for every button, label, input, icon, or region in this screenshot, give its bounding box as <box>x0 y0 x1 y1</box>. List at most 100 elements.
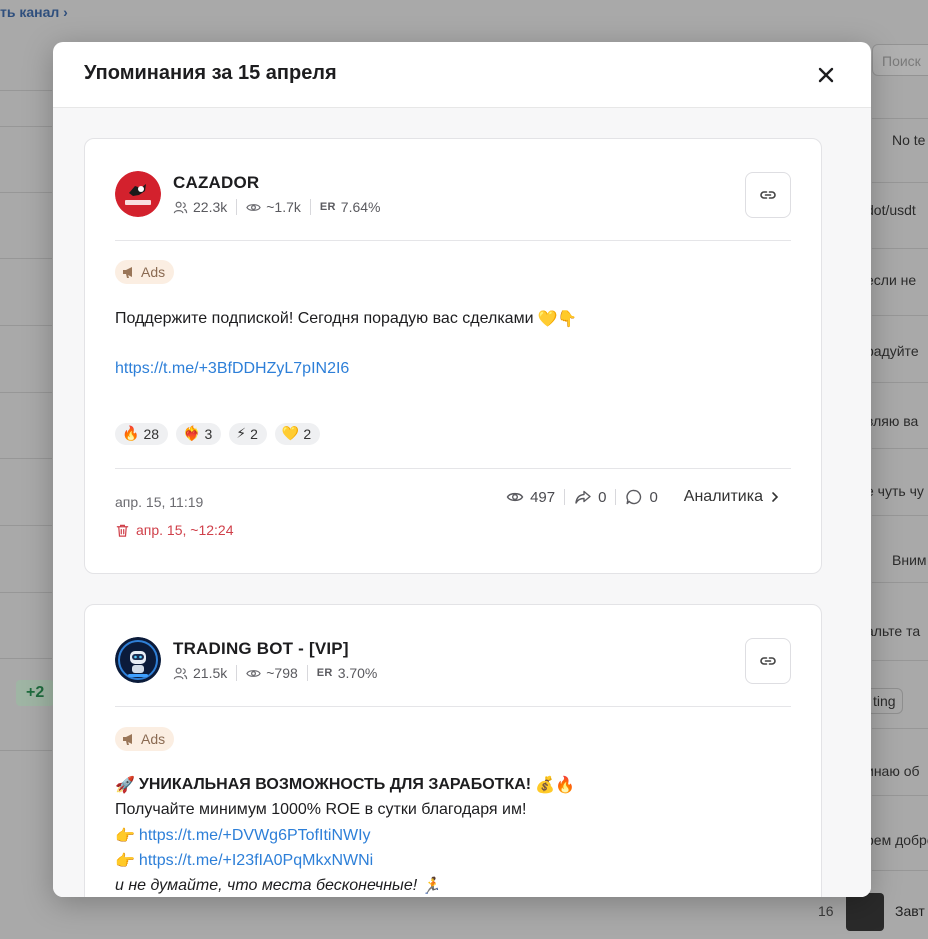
bg-divider <box>872 660 928 661</box>
avatar[interactable] <box>115 637 161 683</box>
bg-tag: ting <box>866 688 903 714</box>
reaction-chip[interactable]: ⚡ 2 <box>229 423 267 445</box>
users-icon <box>173 667 188 679</box>
views-count: 497 <box>530 488 556 506</box>
modal-header: Упоминания за 15 апреля <box>53 42 871 108</box>
post-link-row: 👉 https://t.me/+DVWg6PTofItiNWIy <box>115 826 371 845</box>
reaction-chip[interactable]: 💛 2 <box>274 423 321 445</box>
post-line: и не думайте, что места бесконечные! 🏃 <box>115 876 441 895</box>
bg-row-text: dot/usdt <box>866 202 916 218</box>
shares-count: 0 <box>598 488 607 506</box>
bg-row-text: радуйте <box>866 343 919 359</box>
modal-title: Упоминания за 15 апреля <box>84 62 337 84</box>
bg-divider <box>872 248 928 249</box>
reaction-chip[interactable]: 🔥 28 <box>115 423 169 445</box>
channel-name[interactable]: TRADING BOT - [VIP] <box>173 639 377 659</box>
post-headline: 🚀 УНИКАЛЬНАЯ ВОЗМОЖНОСТЬ ДЛЯ ЗАРАБОТКА! … <box>115 775 575 794</box>
reaction-count: 2 <box>250 426 258 442</box>
modal-body[interactable]: CAZADOR 22.3k ~1.7k ER 7.64% Ads Поддерж… <box>53 108 871 897</box>
bg-channel-link: ть канал › <box>0 4 68 20</box>
comments-count: 0 <box>649 488 658 506</box>
post-text-line: Поддержите подпиской! Сегодня порадую ва… <box>115 309 534 327</box>
pointing-emoji: 👉 <box>115 851 135 870</box>
er-value: 7.64% <box>340 199 381 215</box>
divider <box>115 706 791 707</box>
reaction-emoji: ❤️‍🔥 <box>183 426 201 442</box>
bg-divider <box>0 258 52 259</box>
reaction-count: 3 <box>204 426 213 442</box>
chevron-right-icon <box>772 492 779 502</box>
open-link-button[interactable] <box>745 638 791 684</box>
bg-divider <box>0 90 52 91</box>
reactions-list: 🔥 28 ❤️‍🔥 3 ⚡ 2 💛 2 <box>115 423 321 445</box>
bg-divider <box>0 325 52 326</box>
reaction-emoji: 💛 <box>281 426 300 442</box>
bg-avatar <box>846 893 884 931</box>
bg-divider <box>0 192 52 193</box>
reaction-emoji: ⚡ <box>236 426 247 442</box>
er-label: ER <box>316 667 333 679</box>
analytics-link[interactable]: Аналитика <box>684 488 781 506</box>
running-emoji: 🏃 <box>421 876 442 895</box>
bg-row-text: No te <box>892 132 926 148</box>
post-line: Получайте минимум 1000% ROE в сутки благ… <box>115 801 527 818</box>
er-label: ER <box>319 201 336 213</box>
bg-divider <box>872 315 928 316</box>
channel-stats: 21.5k ~798 ER 3.70% <box>173 665 377 681</box>
open-link-button[interactable] <box>745 172 791 218</box>
bg-row-text: инаю об <box>866 763 920 779</box>
post-line-text: и не думайте, что места бесконечные! <box>115 876 418 894</box>
bg-row-number: 16 <box>818 903 834 919</box>
bg-divider <box>872 728 928 729</box>
bg-divider <box>872 582 928 583</box>
ads-label: Ads <box>141 264 166 280</box>
bg-divider <box>872 795 928 796</box>
bg-divider <box>0 126 52 127</box>
bg-divider <box>0 392 52 393</box>
bg-divider <box>0 525 52 526</box>
avg-views: ~1.7k <box>266 199 301 215</box>
bg-divider <box>0 458 52 459</box>
deleted-date: апр. 15, ~12:24 <box>136 522 234 538</box>
eye-icon <box>246 203 261 211</box>
avg-views: ~798 <box>266 665 298 681</box>
megaphone-icon <box>123 267 132 278</box>
reaction-chip[interactable]: ❤️‍🔥 3 <box>176 423 222 445</box>
pointing-emoji: 👉 <box>115 826 135 845</box>
channel-header: CAZADOR 22.3k ~1.7k ER 7.64% <box>115 171 380 217</box>
link-icon <box>760 657 776 665</box>
bg-divider <box>872 870 928 871</box>
megaphone-icon <box>123 734 132 745</box>
close-button[interactable] <box>815 64 837 86</box>
reaction-emoji: 🔥 <box>122 426 140 442</box>
eye-icon <box>246 669 261 677</box>
post-text: Поддержите подпиской! Сегодня порадую ва… <box>115 309 577 328</box>
analytics-label: Аналитика <box>683 488 763 505</box>
deleted-info: апр. 15, ~12:24 <box>115 522 791 538</box>
bg-row-text: вляю ва <box>866 413 919 429</box>
bg-search-input: Поиск <box>872 44 928 76</box>
bg-divider <box>872 182 928 183</box>
post-link[interactable]: https://t.me/+I23fIA0PqMkxNWNi <box>139 852 373 870</box>
mention-card: CAZADOR 22.3k ~1.7k ER 7.64% Ads Поддерж… <box>84 138 822 574</box>
bg-row-text: рем добро <box>866 832 928 848</box>
divider <box>115 468 791 469</box>
ads-badge: Ads <box>115 260 175 284</box>
avatar[interactable] <box>115 171 161 217</box>
bg-row-text: Завт <box>895 903 925 919</box>
bg-divider <box>872 382 928 383</box>
comment-icon <box>626 489 642 505</box>
headline-text: УНИКАЛЬНАЯ ВОЗМОЖНОСТЬ ДЛЯ ЗАРАБОТКА! <box>138 775 532 793</box>
headline-emoji: 💰🔥 <box>535 775 575 794</box>
mentions-modal: Упоминания за 15 апреля CAZADOR 22.3k ~1… <box>53 42 871 897</box>
post-link[interactable]: https://t.me/+3BfDDHZyL7pIN2I6 <box>115 360 349 378</box>
close-icon <box>818 67 834 83</box>
bg-divider <box>872 515 928 516</box>
trash-icon <box>116 524 129 537</box>
link-icon <box>760 191 776 199</box>
er-value: 3.70% <box>337 665 378 681</box>
bg-divider <box>872 448 928 449</box>
post-link[interactable]: https://t.me/+DVWg6PTofItiNWIy <box>139 827 371 845</box>
eye-icon <box>506 492 524 502</box>
channel-name[interactable]: CAZADOR <box>173 173 380 193</box>
